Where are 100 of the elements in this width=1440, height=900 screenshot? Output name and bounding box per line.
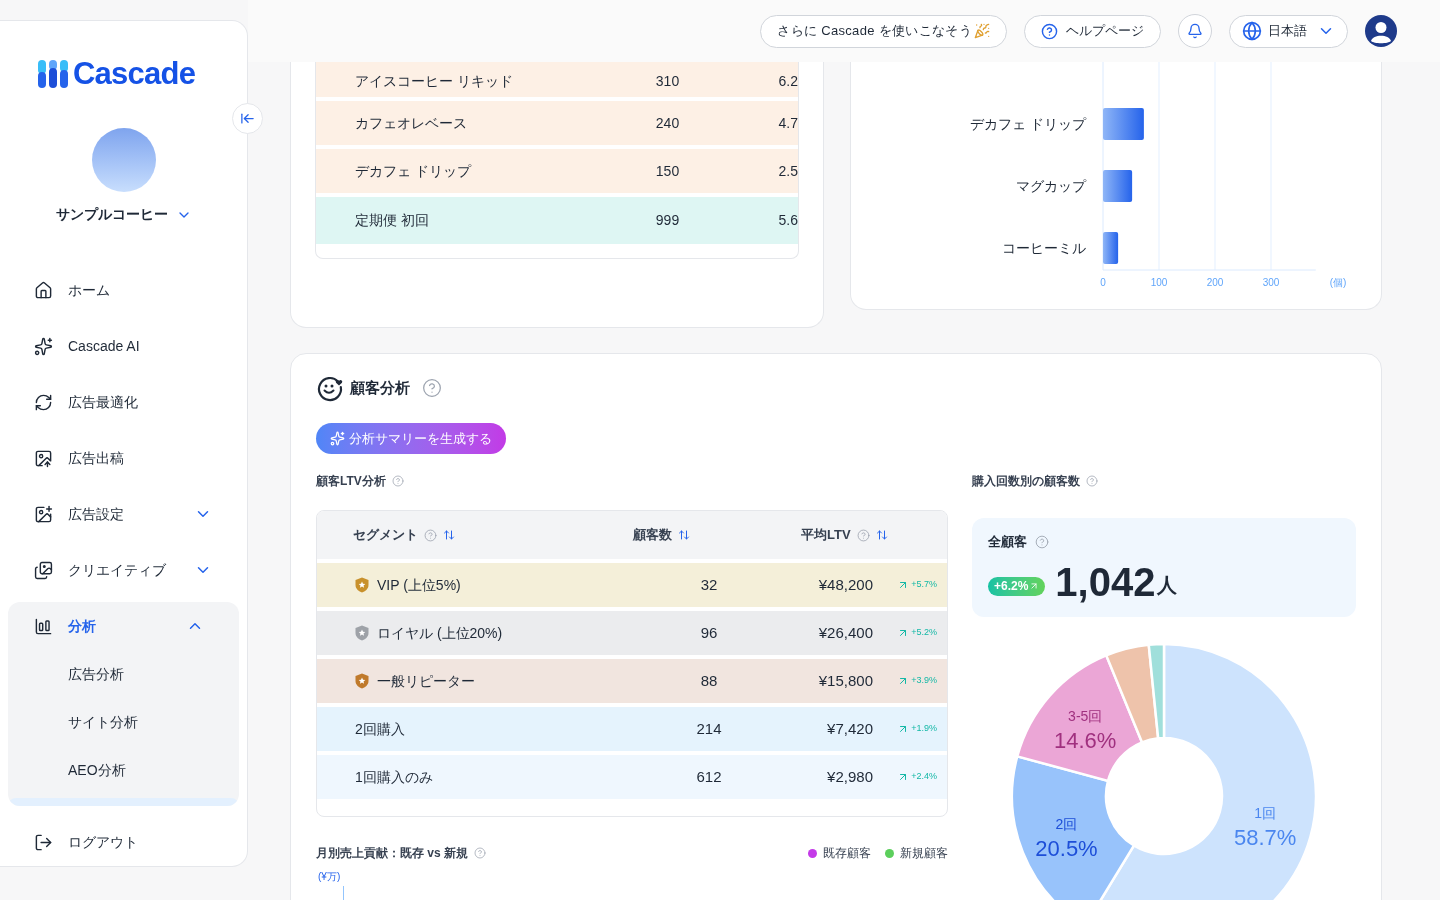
party-popper-icon bbox=[974, 23, 990, 39]
legend-label: 新規顧客 bbox=[900, 845, 948, 862]
column-header: セグメント bbox=[353, 526, 418, 545]
logo-icon bbox=[37, 59, 69, 89]
category-label: マグカップ bbox=[1016, 178, 1086, 194]
table-cell-text: ¥48,200 bbox=[817, 574, 873, 595]
section-title: 顧客分析 bbox=[350, 377, 410, 398]
category-label: デカフェ ドリップ bbox=[970, 116, 1086, 132]
table-cell-text: 2回購入 bbox=[355, 719, 405, 739]
table-cell-text: ロイヤル (上位20%) bbox=[377, 623, 503, 643]
table-cell-text: 6.2 bbox=[778, 72, 798, 91]
column-header: 平均LTV bbox=[801, 526, 851, 545]
bar bbox=[1103, 232, 1119, 264]
y-axis bbox=[343, 886, 344, 900]
nav-subitem[interactable]: サイト分析 bbox=[8, 698, 239, 746]
sort-icon[interactable] bbox=[443, 529, 455, 541]
table-cell-text: 214 bbox=[695, 718, 723, 739]
change-indicator: +2.4% bbox=[897, 770, 937, 784]
change-badge: +6.2% bbox=[988, 576, 1046, 596]
nav-subitem[interactable]: AEO分析 bbox=[8, 746, 239, 794]
table-cell-text: 定期便 初回 bbox=[355, 211, 430, 230]
image-upload-icon bbox=[34, 448, 53, 468]
bar bbox=[1103, 108, 1144, 140]
help-icon[interactable] bbox=[424, 528, 437, 542]
slice-category-label: 2回 bbox=[1055, 815, 1078, 832]
slice-category-label: 3-5回 bbox=[1068, 707, 1103, 724]
table-cell-text: 5.6 bbox=[778, 211, 798, 230]
table-cell-text: アイスコーヒー リキッド bbox=[355, 72, 514, 91]
slice-value-label: 20.5% bbox=[1035, 835, 1098, 861]
help-icon bbox=[1041, 22, 1058, 40]
nav-item[interactable]: ホーム bbox=[0, 262, 247, 318]
help-icon[interactable] bbox=[391, 475, 404, 487]
help-icon[interactable] bbox=[1086, 475, 1098, 487]
slice-value-label: 14.6% bbox=[1054, 727, 1117, 753]
smiley-heart-icon bbox=[316, 374, 344, 402]
tick-label: 200 bbox=[1206, 277, 1224, 288]
table-cell-text: 310 bbox=[655, 72, 681, 91]
help-icon[interactable] bbox=[422, 378, 442, 398]
nav-subitem[interactable]: 広告分析 bbox=[8, 650, 239, 698]
tick-label: 100 bbox=[1150, 277, 1168, 288]
column-header: 顧客数 bbox=[633, 526, 672, 545]
help-icon[interactable] bbox=[856, 528, 870, 542]
card-label: 全顧客 bbox=[988, 533, 1027, 551]
language-selector[interactable]: 日本語 bbox=[1229, 14, 1348, 48]
logout-item[interactable]: ログアウト bbox=[0, 814, 247, 870]
table-cell-text: 612 bbox=[695, 766, 723, 787]
total-customers-value: 1,042 bbox=[1055, 559, 1156, 604]
nav-item[interactable]: クリエイティブ bbox=[0, 542, 247, 598]
help-icon[interactable] bbox=[1035, 534, 1049, 549]
bell-icon bbox=[1187, 23, 1203, 39]
axis-unit-label: (個) bbox=[1329, 277, 1347, 288]
category-label: コーヒーミル bbox=[1002, 240, 1086, 256]
help-icon[interactable] bbox=[474, 847, 486, 859]
slice-value-label: 58.7% bbox=[1233, 825, 1297, 851]
table-cell-text: ¥2,980 bbox=[826, 766, 873, 787]
sort-icon[interactable] bbox=[678, 529, 690, 541]
subsection-title: 月別売上貢献：既存 vs 新規 bbox=[316, 845, 468, 862]
tick-label: 0 bbox=[1100, 277, 1106, 288]
user-avatar-icon[interactable] bbox=[1365, 15, 1397, 47]
store-selector[interactable]: サンプルコーヒー bbox=[55, 204, 192, 225]
collapse-sidebar-button[interactable] bbox=[232, 103, 263, 134]
table-cell-text: 1回購入のみ bbox=[355, 767, 433, 787]
change-indicator: +5.2% bbox=[897, 626, 937, 640]
change-indicator: +5.7% bbox=[897, 578, 937, 592]
globe-icon bbox=[1242, 21, 1262, 41]
refresh-icon bbox=[34, 392, 53, 412]
sparkles-icon bbox=[34, 336, 53, 356]
sort-icon[interactable] bbox=[875, 529, 888, 541]
nav-item[interactable]: 広告最適化 bbox=[0, 374, 247, 430]
table-cell-text: ¥26,400 bbox=[817, 622, 873, 643]
help-page-button[interactable]: ヘルプページ bbox=[1024, 14, 1161, 48]
nav-item[interactable]: 広告設定 bbox=[0, 486, 247, 542]
table-cell-text: 2.5 bbox=[778, 161, 798, 181]
logo-wordmark: Cascade bbox=[73, 58, 196, 90]
table-cell-text: デカフェ ドリップ bbox=[355, 161, 473, 181]
table-cell-text: 4.7 bbox=[778, 113, 798, 133]
image-plus-icon bbox=[34, 504, 53, 524]
change-indicator: +3.9% bbox=[897, 674, 937, 688]
generate-summary-button[interactable]: 分析サマリーを生成する bbox=[316, 423, 506, 454]
table-cell-text: 96 bbox=[699, 622, 719, 643]
collapse-icon bbox=[240, 111, 255, 126]
logout-icon bbox=[34, 832, 53, 852]
subsection-title: 顧客LTV分析 bbox=[316, 473, 386, 490]
legend-label: 既存顧客 bbox=[823, 845, 871, 862]
table-cell-text: カフェオレベース bbox=[355, 113, 468, 133]
tick-label: 300 bbox=[1262, 277, 1280, 288]
table-cell-text: ¥7,420 bbox=[826, 718, 873, 739]
nav-item[interactable]: Cascade AI bbox=[0, 318, 247, 374]
images-icon bbox=[34, 560, 53, 580]
nav-item[interactable]: 分析 bbox=[8, 602, 239, 650]
promo-button[interactable]: さらに Cascade を使いこなそう bbox=[760, 14, 1007, 48]
slice-category-label: 1回 bbox=[1254, 805, 1276, 822]
notifications-button[interactable] bbox=[1178, 14, 1212, 48]
home-icon bbox=[34, 280, 53, 300]
table-cell-text: 150 bbox=[655, 161, 681, 181]
table-cell-text: 999 bbox=[655, 211, 681, 230]
table-cell-text: 240 bbox=[655, 113, 681, 133]
subsection-title: 購入回数別の顧客数 bbox=[972, 473, 1080, 490]
nav-item[interactable]: 広告出稿 bbox=[0, 430, 247, 486]
bar bbox=[1103, 170, 1133, 202]
